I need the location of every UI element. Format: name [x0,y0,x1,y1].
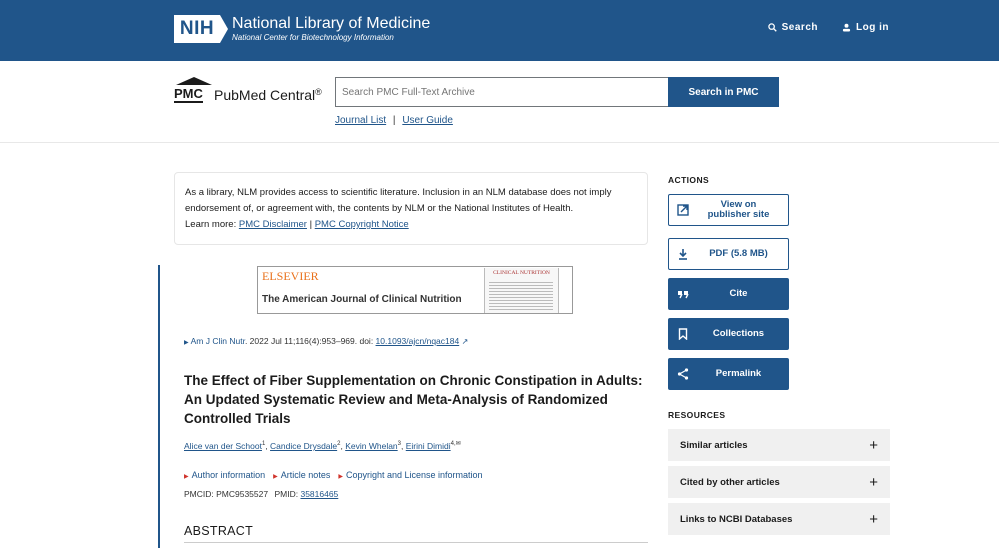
journal-cover-title: CLINICAL NUTRITION [493,270,550,276]
plus-icon: + [869,473,878,491]
search-icon [767,23,777,32]
link-separator: | [392,115,396,126]
pmc-logo-abbr: PMC [174,86,203,103]
view-on-publisher-button[interactable]: View on publisher site [668,194,789,226]
resources-heading: RESOURCES [668,410,726,420]
actions-heading: ACTIONS [668,175,710,185]
author-information-toggle[interactable]: ▶ Author information [184,470,265,480]
nlm-title: National Library of Medicine [232,15,431,32]
permalink-button[interactable]: Permalink [668,358,789,390]
article-info-links: ▶ Author information ▶ Article notes ▶ Copy… [184,470,483,480]
user-icon [842,23,851,32]
collections-button[interactable]: Collections [668,318,789,350]
pmcid: PMCID: PMC9535527 [184,489,269,499]
author-link[interactable]: Kevin Whelan [345,441,397,451]
author-link[interactable]: Eirini Dimidi [406,441,451,451]
triangle-right-icon: ▶ [273,474,278,480]
author-affiliation: 1 [261,441,266,447]
view-on-publisher-label: View on publisher site [707,199,770,220]
pmc-disclaimer-link[interactable]: PMC Disclaimer [239,219,307,230]
pmc-logo-roof [176,77,212,85]
author-link[interactable]: Alice van der Schoot [184,441,262,451]
pdf-download-button[interactable]: PDF (5.8 MB) [668,238,789,270]
user-guide-link[interactable]: User Guide [402,115,453,126]
cite-label: Cite [729,288,748,299]
triangle-right-icon: ▶ [184,474,189,480]
author-affiliation: 3 [397,441,402,447]
author-affiliation: 4,✉ [450,441,461,447]
triangle-right-icon: ▶ [184,340,189,346]
header-search-label: Search [781,22,818,33]
journal-list-link[interactable]: Journal List [335,115,386,126]
login-label: Log in [856,22,889,33]
pmc-logo[interactable]: PMC PubMed Central® [174,77,326,107]
pmc-logo-registered: ® [315,87,322,97]
abstract-divider [184,542,648,543]
citation-details: . 2022 Jul 11;116(4):953–969. doi: [244,336,376,346]
copyright-info-toggle[interactable]: ▶ Copyright and License information [338,470,482,480]
publisher-logo: ELSEVIER [262,269,319,283]
journal-cover-image: CLINICAL NUTRITION [484,268,558,313]
author-affiliation: 2 [337,441,341,447]
plus-icon: + [869,510,878,528]
download-icon [679,249,687,260]
doi-link[interactable]: 10.1093/ajcn/nqac184 [376,336,460,346]
pdf-download-label: PDF (5.8 MB) [709,248,768,259]
pmc-search-bar: PMC PubMed Central® Search in PMC Journa… [0,61,999,143]
article-citation: ▶ Am J Clin Nutr. 2022 Jul 11;116(4):953–… [184,336,468,346]
nlm-subtitle: National Center for Biotechnology Inform… [232,33,394,42]
triangle-right-icon: ▶ [338,474,343,480]
bookmark-icon [678,328,688,340]
pmc-logo-name: PubMed Central [214,87,316,103]
nih-badge: NIH [174,15,228,43]
external-link-icon [677,204,689,216]
nlm-logo[interactable]: NIH National Library of Medicine Nationa… [174,15,430,43]
pmid-label: PMID: [274,489,299,499]
plus-icon: + [869,436,878,454]
journal-abbr-link[interactable]: Am J Clin Nutr [191,336,245,346]
header-search-button[interactable]: Search [767,22,818,33]
cite-button[interactable]: Cite [668,278,789,310]
share-icon [677,368,689,380]
permalink-label: Permalink [715,368,762,379]
article-notes-toggle[interactable]: ▶ Article notes [273,470,330,480]
abstract-heading: ABSTRACT [184,524,254,538]
ncbi-links-label: Links to NCBI Databases [680,513,793,525]
pmid-link[interactable]: 35816465 [300,489,338,499]
cited-by-label: Cited by other articles [680,476,780,488]
journal-name: The American Journal of Clinical Nutriti… [262,294,462,305]
quote-icon [678,291,689,299]
cited-by-accordion[interactable]: Cited by other articles + [668,466,890,498]
author-list: Alice van der Schoot1, Candice Drysdale2… [184,440,461,451]
collections-label: Collections [712,328,765,339]
learn-more-label: Learn more: [185,219,237,230]
ncbi-links-accordion[interactable]: Links to NCBI Databases + [668,503,890,535]
journal-cover-strip [558,268,572,313]
pmc-copyright-link[interactable]: PMC Copyright Notice [315,219,409,230]
author-link[interactable]: Candice Drysdale [270,441,337,451]
article-accent-line [158,265,160,548]
library-disclaimer: As a library, NLM provides access to sci… [174,172,648,245]
disclaimer-text: As a library, NLM provides access to sci… [185,187,612,214]
pmc-search-input[interactable] [335,77,669,107]
article-ids: PMCID: PMC9535527 PMID: 35816465 [184,489,338,499]
disclaimer-separator: | [309,219,313,230]
login-button[interactable]: Log in [842,22,889,33]
similar-articles-label: Similar articles [680,439,748,451]
site-header: NIH National Library of Medicine Nationa… [0,0,999,61]
journal-banner[interactable]: ELSEVIER The American Journal of Clinica… [257,266,573,314]
article-title: The Effect of Fiber Supplementation on C… [184,373,643,426]
search-in-pmc-button[interactable]: Search in PMC [668,77,779,107]
external-link-icon: ↗ [461,337,469,346]
similar-articles-accordion[interactable]: Similar articles + [668,429,890,461]
